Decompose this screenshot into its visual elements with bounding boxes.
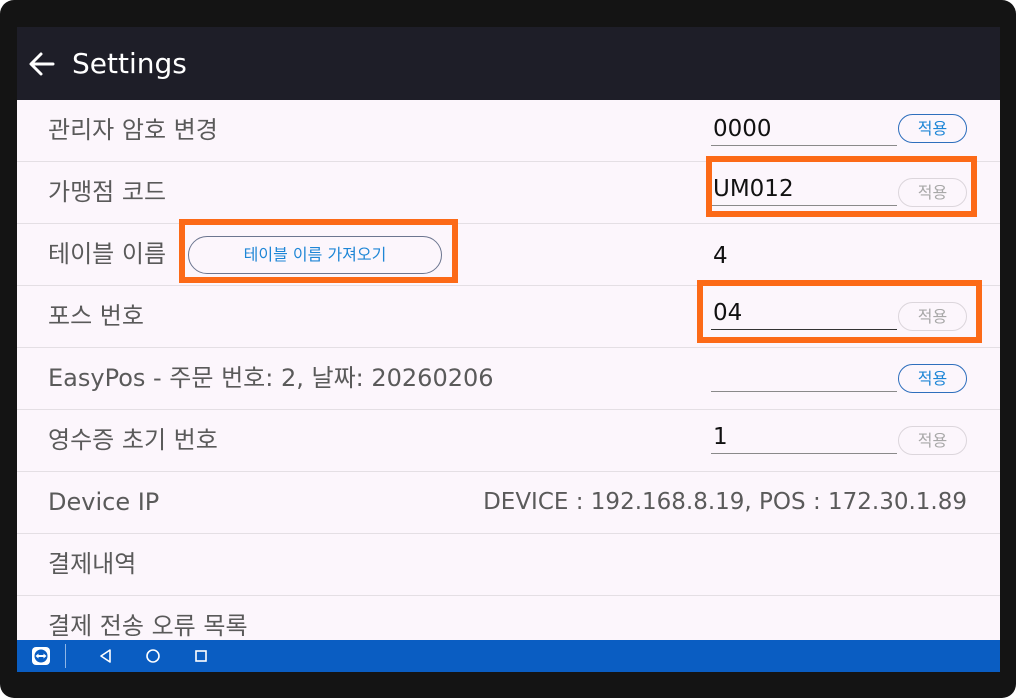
device-ip-label: Device IP bbox=[48, 488, 160, 516]
receipt-start-label: 영수증 초기 번호 bbox=[48, 426, 218, 454]
payment-errors-label: 결제 전송 오류 목록 bbox=[48, 612, 248, 640]
row-pos-number: 포스 번호 04 적용 bbox=[17, 286, 1000, 348]
store-code-input[interactable]: UM012 bbox=[711, 172, 897, 206]
settings-list: 관리자 암호 변경 0000 적용 가맹점 코드 UM012 적용 테이블 이름… bbox=[17, 100, 1000, 658]
easypos-label: EasyPos - 주문 번호: 2, 날짜: 20260206 bbox=[48, 364, 494, 392]
page-title: Settings bbox=[72, 47, 187, 80]
row-store-code: 가맹점 코드 UM012 적용 bbox=[17, 162, 1000, 224]
home-circle-icon[interactable] bbox=[143, 646, 163, 666]
admin-password-apply-button[interactable]: 적용 bbox=[898, 114, 967, 143]
row-receipt-start: 영수증 초기 번호 1 적용 bbox=[17, 410, 1000, 472]
receipt-start-apply-button[interactable]: 적용 bbox=[898, 426, 967, 455]
admin-password-input[interactable]: 0000 bbox=[711, 112, 897, 146]
row-admin-password: 관리자 암호 변경 0000 적용 bbox=[17, 100, 1000, 162]
pos-number-label: 포스 번호 bbox=[48, 302, 144, 330]
row-payment-history[interactable]: 결제내역 bbox=[17, 534, 1000, 596]
store-code-apply-button[interactable]: 적용 bbox=[898, 178, 967, 207]
table-name-label: 테이블 이름 bbox=[48, 240, 167, 268]
back-triangle-icon[interactable] bbox=[96, 646, 116, 666]
row-easypos: EasyPos - 주문 번호: 2, 날짜: 20260206 적용 bbox=[17, 348, 1000, 410]
device-ip-value: DEVICE : 192.168.8.19, POS : 172.30.1.89 bbox=[483, 489, 967, 515]
admin-password-label: 관리자 암호 변경 bbox=[48, 116, 218, 144]
fetch-table-name-button[interactable]: 테이블 이름 가져오기 bbox=[188, 236, 442, 274]
table-name-value: 4 bbox=[713, 243, 728, 269]
system-nav-bar bbox=[17, 640, 1000, 672]
pos-number-apply-button[interactable]: 적용 bbox=[898, 302, 967, 331]
easypos-input[interactable] bbox=[711, 358, 897, 392]
easypos-apply-button[interactable]: 적용 bbox=[898, 364, 967, 393]
recents-square-icon[interactable] bbox=[191, 646, 211, 666]
arrow-left-icon[interactable] bbox=[27, 49, 57, 79]
app-bar: Settings bbox=[17, 27, 1000, 100]
store-code-label: 가맹점 코드 bbox=[48, 178, 167, 206]
device-screen: Settings 관리자 암호 변경 0000 적용 가맹점 코드 UM012 … bbox=[17, 27, 1000, 672]
row-device-ip: Device IP DEVICE : 192.168.8.19, POS : 1… bbox=[17, 472, 1000, 534]
device-bezel: Settings 관리자 암호 변경 0000 적용 가맹점 코드 UM012 … bbox=[0, 0, 1016, 698]
payment-history-label: 결제내역 bbox=[48, 550, 137, 578]
teamviewer-icon[interactable] bbox=[31, 646, 51, 666]
nav-divider bbox=[65, 644, 66, 668]
receipt-start-input[interactable]: 1 bbox=[711, 420, 897, 454]
row-table-name: 테이블 이름 테이블 이름 가져오기 4 bbox=[17, 224, 1000, 286]
pos-number-input[interactable]: 04 bbox=[711, 296, 897, 330]
